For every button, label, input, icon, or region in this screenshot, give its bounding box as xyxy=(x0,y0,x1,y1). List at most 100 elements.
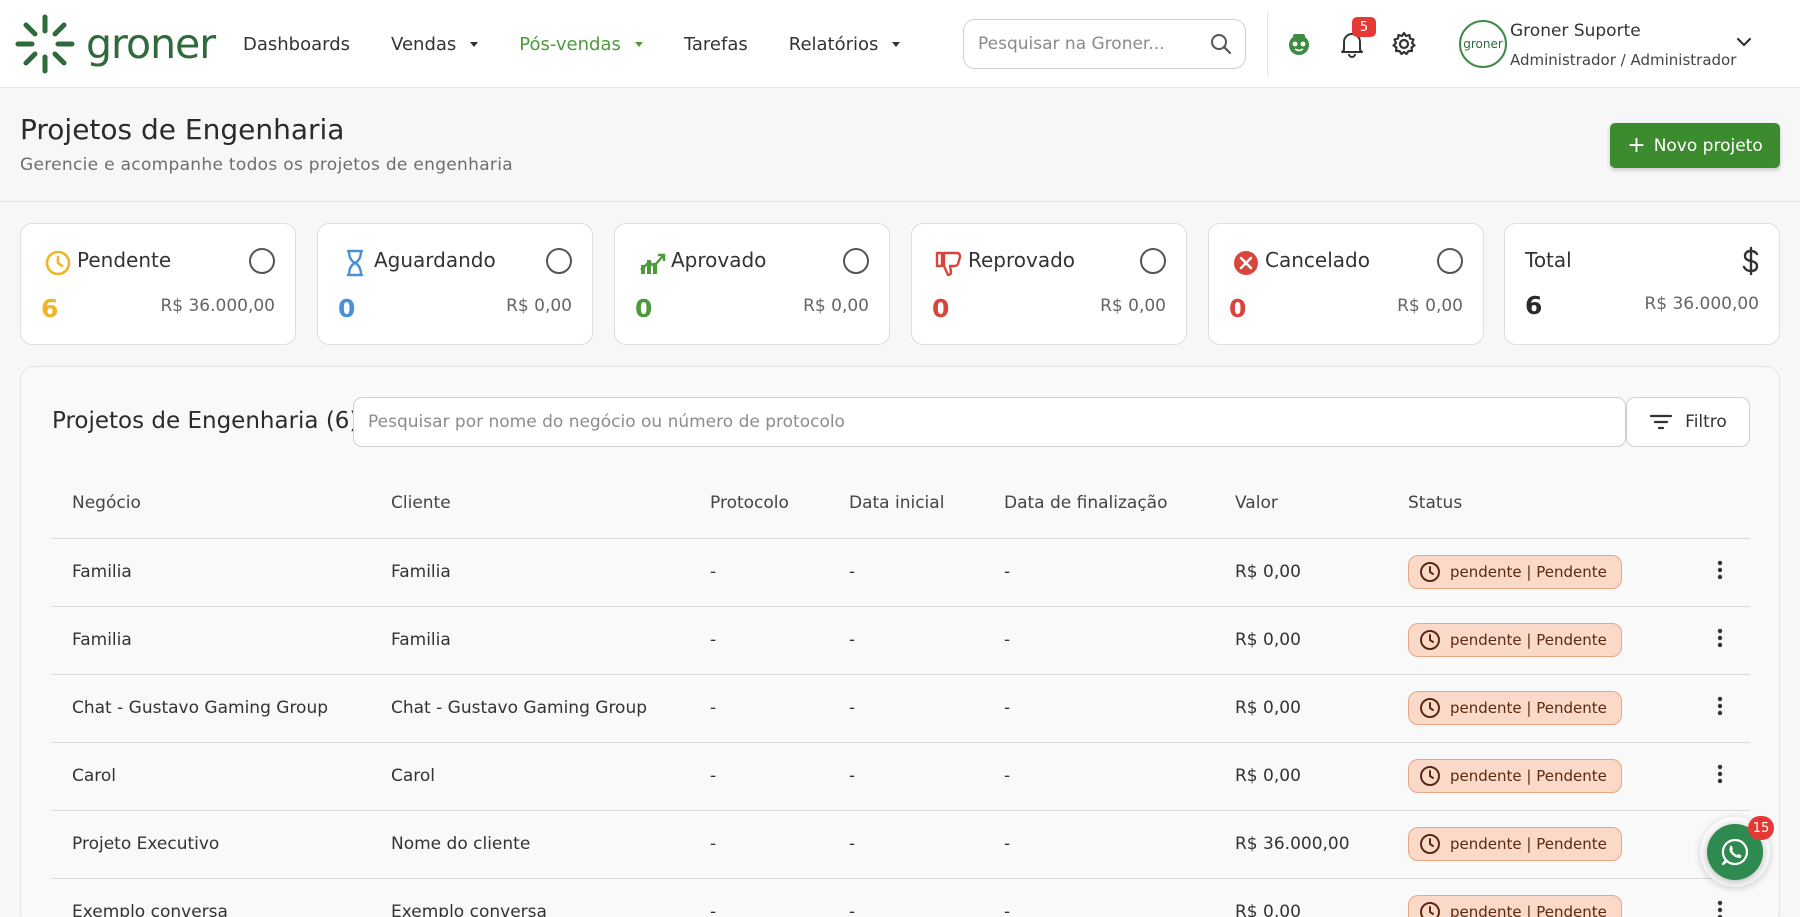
chevron-down-icon[interactable] xyxy=(1734,32,1754,52)
card-radio[interactable] xyxy=(546,248,572,274)
card-radio[interactable] xyxy=(843,248,869,274)
page-title: Projetos de Engenharia xyxy=(20,113,345,146)
col-valor[interactable]: Valor xyxy=(1215,468,1388,539)
projects-panel: Projetos de Engenharia (6) Filtro Negóci… xyxy=(20,366,1780,917)
cancel-icon xyxy=(1234,251,1258,275)
card-radio[interactable] xyxy=(249,248,275,274)
divider xyxy=(1267,12,1268,76)
table-row[interactable]: Familia Familia - - - R$ 0,00 pendente |… xyxy=(52,606,1750,675)
card-radio[interactable] xyxy=(1437,248,1463,274)
cell-cliente: Nome do cliente xyxy=(371,810,690,879)
card-label: Aguardando xyxy=(374,248,496,272)
card-count: 0 xyxy=(635,294,653,323)
col-data-finalizacao[interactable]: Data de finalização xyxy=(984,468,1215,539)
status-badge: pendente | Pendente xyxy=(1408,555,1622,589)
cell-negocio: Familia xyxy=(52,606,371,675)
whatsapp-icon xyxy=(1721,838,1749,866)
col-data-inicial[interactable]: Data inicial xyxy=(829,468,984,539)
status-badge: pendente | Pendente xyxy=(1408,895,1622,917)
cell-status: pendente | Pendente xyxy=(1388,878,1690,917)
col-protocolo[interactable]: Protocolo xyxy=(690,468,829,539)
cell-protocolo: - xyxy=(690,538,829,607)
status-badge: pendente | Pendente xyxy=(1408,827,1622,861)
table-row[interactable]: Exemplo conversa Exemplo conversa - - - … xyxy=(52,878,1750,917)
nav-dashboards-label: Dashboards xyxy=(243,33,351,55)
status-text: pendente | Pendente xyxy=(1450,835,1607,853)
cell-cliente: Chat - Gustavo Gaming Group xyxy=(371,674,690,743)
card-amount: R$ 36.000,00 xyxy=(1644,294,1759,314)
chat-badge: 15 xyxy=(1748,816,1774,840)
nav-pos-vendas[interactable]: Pós-vendas xyxy=(519,34,643,55)
assistant-icon[interactable] xyxy=(1283,28,1315,60)
filter-button[interactable]: Filtro xyxy=(1626,397,1750,447)
card-label: Reprovado xyxy=(968,248,1076,272)
cell-status: pendente | Pendente xyxy=(1388,606,1690,675)
thumbs-down-icon xyxy=(935,251,962,277)
cell-protocolo: - xyxy=(690,606,829,675)
status-badge: pendente | Pendente xyxy=(1408,691,1622,725)
caret-down-icon xyxy=(470,41,479,47)
cell-data-inicial: - xyxy=(829,606,984,675)
card-count: 6 xyxy=(1525,291,1543,320)
card-label: Total xyxy=(1525,248,1572,272)
cell-cliente: Familia xyxy=(371,538,690,607)
nav-pos-vendas-label: Pós-vendas xyxy=(519,33,621,55)
card-amount: R$ 0,00 xyxy=(803,296,869,316)
user-role: Administrador / Administrador xyxy=(1510,51,1737,69)
nav-relatorios[interactable]: Relatórios xyxy=(789,34,901,55)
cell-negocio: Exemplo conversa xyxy=(52,878,371,917)
row-menu-icon[interactable] xyxy=(1690,606,1750,675)
cell-data-final: - xyxy=(984,878,1215,917)
plus-icon: + xyxy=(1627,132,1646,158)
nav-dashboards[interactable]: Dashboards xyxy=(243,34,350,55)
logo[interactable]: groner xyxy=(14,14,216,74)
col-actions xyxy=(1690,468,1750,539)
card-pendente[interactable]: Pendente 6 R$ 36.000,00 xyxy=(20,223,296,345)
card-amount: R$ 0,00 xyxy=(1397,296,1463,316)
card-radio[interactable] xyxy=(1140,248,1166,274)
row-menu-icon[interactable] xyxy=(1690,742,1750,811)
card-aprovado[interactable]: Aprovado 0 R$ 0,00 xyxy=(614,223,890,345)
nav-vendas[interactable]: Vendas xyxy=(391,34,479,55)
cell-status: pendente | Pendente xyxy=(1388,742,1690,811)
card-aguardando[interactable]: Aguardando 0 R$ 0,00 xyxy=(317,223,593,345)
filter-label: Filtro xyxy=(1685,412,1727,432)
cell-data-inicial: - xyxy=(829,742,984,811)
cell-data-final: - xyxy=(984,810,1215,879)
caret-down-icon xyxy=(634,41,643,47)
status-badge: pendente | Pendente xyxy=(1408,623,1622,657)
col-negocio[interactable]: Negócio xyxy=(52,468,371,539)
cell-cliente: Exemplo conversa xyxy=(371,878,690,917)
avatar[interactable]: groner xyxy=(1459,20,1507,68)
table-row[interactable]: Chat - Gustavo Gaming Group Chat - Gusta… xyxy=(52,674,1750,743)
search-icon[interactable] xyxy=(1209,32,1233,56)
top-navbar: groner Dashboards Vendas Pós-vendas Tare… xyxy=(0,0,1800,88)
gear-icon[interactable] xyxy=(1388,28,1420,60)
card-cancelado[interactable]: Cancelado 0 R$ 0,00 xyxy=(1208,223,1484,345)
col-cliente[interactable]: Cliente xyxy=(371,468,690,539)
global-search-input[interactable] xyxy=(978,34,1209,54)
card-reprovado[interactable]: Reprovado 0 R$ 0,00 xyxy=(911,223,1187,345)
cell-data-final: - xyxy=(984,674,1215,743)
card-count: 0 xyxy=(338,294,356,323)
new-project-button[interactable]: + Novo projeto xyxy=(1610,123,1780,168)
table-row[interactable]: Projeto Executivo Nome do cliente - - - … xyxy=(52,810,1750,879)
table-search-input[interactable] xyxy=(368,398,1611,446)
user-name: Groner Suporte xyxy=(1510,21,1641,41)
nav-tarefas[interactable]: Tarefas xyxy=(684,34,748,55)
avatar-text: groner xyxy=(1463,37,1503,51)
nav-relatorios-label: Relatórios xyxy=(788,33,879,55)
cell-data-inicial: - xyxy=(829,538,984,607)
row-menu-icon[interactable] xyxy=(1690,674,1750,743)
clock-icon xyxy=(1420,902,1440,917)
nav-tarefas-label: Tarefas xyxy=(683,33,748,55)
clock-icon xyxy=(1420,834,1440,854)
status-text: pendente | Pendente xyxy=(1450,903,1607,917)
table-title: Projetos de Engenharia (6) xyxy=(52,408,359,434)
table-row[interactable]: Familia Familia - - - R$ 0,00 pendente |… xyxy=(52,538,1750,607)
table-row[interactable]: Carol Carol - - - R$ 0,00 pendente | Pen… xyxy=(52,742,1750,811)
col-status[interactable]: Status xyxy=(1388,468,1690,539)
clock-icon xyxy=(1420,562,1440,582)
row-menu-icon[interactable] xyxy=(1690,538,1750,607)
cell-data-final: - xyxy=(984,742,1215,811)
